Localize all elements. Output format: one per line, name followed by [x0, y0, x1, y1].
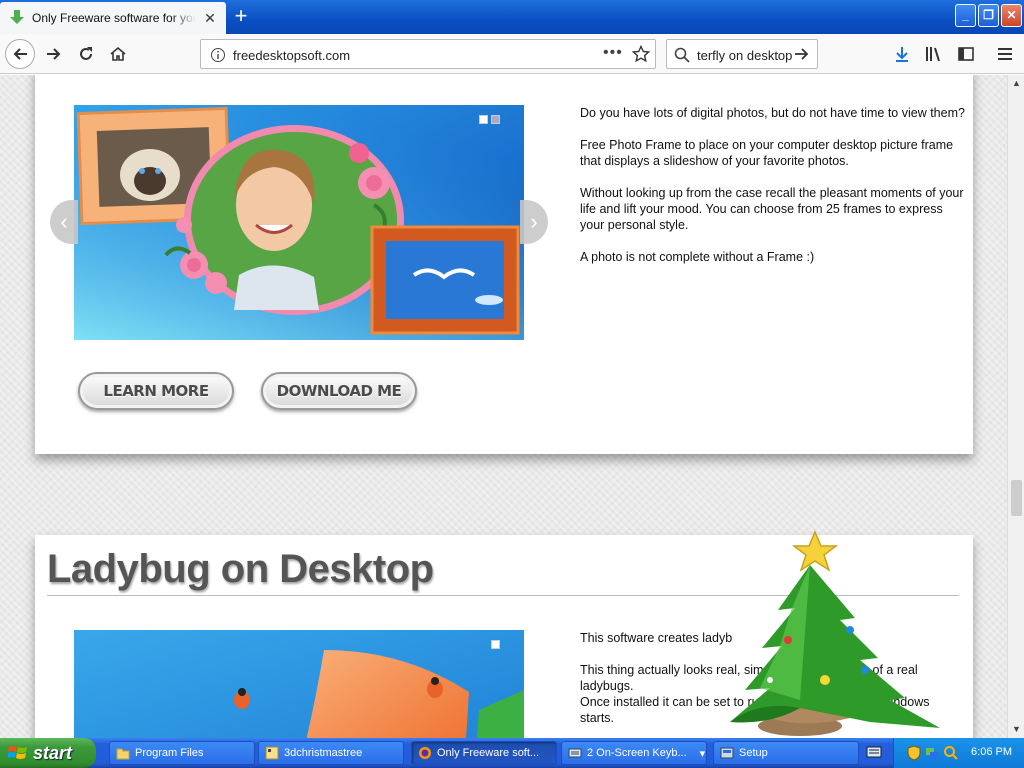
christmas-tree-overlay-icon[interactable]	[700, 530, 945, 738]
scroll-down-arrow-icon[interactable]: ▼	[1010, 723, 1023, 736]
clock: 6:06 PM	[971, 746, 1012, 758]
taskbar-item-label: Only Freeware soft...	[437, 747, 540, 759]
slider-dot[interactable]	[491, 115, 500, 124]
learn-more-button[interactable]: LEARN MORE	[78, 372, 234, 410]
taskbar-item-label: Setup	[739, 747, 768, 759]
library-button[interactable]	[920, 40, 948, 68]
start-button[interactable]: start	[0, 738, 96, 768]
tab-title: Only Freeware software for your desktop	[32, 11, 196, 25]
navigation-toolbar: freedesktopsoft.com ••• terfly on deskto…	[0, 34, 1024, 74]
search-go-icon[interactable]	[794, 46, 810, 67]
taskbar: start Program Files 3dchristmastree Only…	[0, 738, 1024, 768]
description-paragraph: A photo is not complete without a Frame …	[580, 250, 815, 264]
start-label: start	[33, 742, 73, 763]
sidebar-icon	[958, 47, 974, 61]
forward-arrow-icon	[47, 48, 61, 60]
library-icon	[926, 47, 940, 62]
new-tab-button[interactable]: +	[230, 5, 252, 28]
search-tray-icon[interactable]	[943, 745, 959, 761]
folder-icon	[116, 748, 130, 760]
vertical-scrollbar[interactable]: ▲ ▼	[1007, 75, 1024, 738]
keyboard-icon	[568, 748, 582, 758]
product-title: Ladybug on Desktop	[47, 547, 434, 591]
description-paragraph: Free Photo Frame to place on your comput…	[580, 138, 954, 168]
title-bar: Only Freeware software for your desktop …	[0, 0, 1024, 34]
scroll-up-arrow-icon[interactable]: ▲	[1010, 77, 1023, 90]
app-icon	[265, 746, 279, 760]
chevron-down-icon[interactable]: ▾	[700, 747, 706, 760]
window-close-button[interactable]: ✕	[1001, 4, 1022, 27]
taskbar-item-label: 2 On-Screen Keyb...	[587, 747, 687, 759]
downloads-button[interactable]	[888, 40, 916, 68]
menu-button[interactable]	[991, 40, 1019, 68]
hamburger-menu-icon	[998, 48, 1012, 60]
taskbar-item-3dchristmastree[interactable]: 3dchristmastree	[258, 741, 404, 765]
tab-close-icon[interactable]: ✕	[202, 10, 218, 26]
forward-button[interactable]	[40, 40, 68, 68]
browser-tab[interactable]: Only Freeware software for your desktop …	[0, 2, 226, 34]
taskbar-item-program-files[interactable]: Program Files	[109, 741, 255, 765]
search-bar[interactable]: terfly on desktop	[666, 39, 818, 69]
taskbar-item-on-screen-keyboard[interactable]: 2 On-Screen Keyb... ▾	[561, 741, 707, 765]
slider-next-arrow[interactable]: ›	[520, 200, 548, 244]
photo-frame-slide-image	[74, 105, 524, 340]
home-button[interactable]	[104, 40, 132, 68]
reload-icon	[80, 47, 92, 60]
home-icon	[110, 46, 126, 61]
slider-dot[interactable]	[491, 640, 500, 649]
reload-button[interactable]	[72, 40, 100, 68]
slider-dot[interactable]	[479, 115, 488, 124]
page-actions-icon[interactable]: •••	[603, 44, 631, 62]
back-button[interactable]	[5, 39, 35, 69]
slider-dots	[491, 640, 500, 649]
slider-prev-arrow[interactable]: ‹	[50, 200, 78, 244]
info-icon[interactable]	[210, 47, 226, 63]
download-icon	[896, 47, 908, 62]
setup-icon	[720, 747, 734, 759]
image-slider[interactable]: ‹ ›	[50, 105, 548, 340]
taskbar-item-label: Program Files	[135, 747, 204, 759]
search-input[interactable]: terfly on desktop	[697, 48, 792, 63]
taskbar-item-label: 3dchristmastree	[284, 747, 363, 759]
minimize-button[interactable]: _	[955, 4, 976, 27]
scrollbar-thumb[interactable]	[1011, 480, 1022, 516]
network-icon[interactable]	[924, 745, 940, 761]
download-me-button[interactable]: DOWNLOAD ME	[261, 372, 417, 410]
maximize-button[interactable]: ❐	[978, 4, 999, 27]
description-paragraph: Do you have lots of digital photos, but …	[580, 106, 965, 120]
bookmark-star-icon[interactable]	[631, 44, 651, 68]
system-tray: 6:06 PM	[893, 738, 1024, 768]
product-card-photo-frame: ‹ › Do you have lots of digital photos, …	[35, 75, 973, 454]
description-paragraph: Without looking up from the case recall …	[580, 186, 964, 232]
firefox-icon	[419, 747, 431, 759]
keyboard-indicator-icon[interactable]	[866, 745, 882, 759]
product-description: Do you have lots of digital photos, but …	[580, 105, 965, 281]
page-viewport: ‹ › Do you have lots of digital photos, …	[0, 75, 1007, 738]
security-shield-icon[interactable]	[906, 745, 922, 761]
taskbar-item-setup[interactable]: Setup	[713, 741, 859, 765]
download-favicon-icon	[8, 9, 26, 27]
taskbar-item-browser[interactable]: Only Freeware soft...	[411, 741, 557, 765]
search-icon	[674, 47, 690, 68]
slider-dots	[479, 115, 500, 124]
back-arrow-icon	[13, 48, 27, 60]
sidebar-button[interactable]	[952, 40, 980, 68]
ladybug-slide-image	[74, 630, 524, 738]
address-bar[interactable]: freedesktopsoft.com •••	[200, 39, 656, 69]
image-slider[interactable]	[74, 630, 524, 738]
url-text[interactable]: freedesktopsoft.com	[233, 48, 350, 63]
windows-logo-icon	[8, 746, 27, 759]
